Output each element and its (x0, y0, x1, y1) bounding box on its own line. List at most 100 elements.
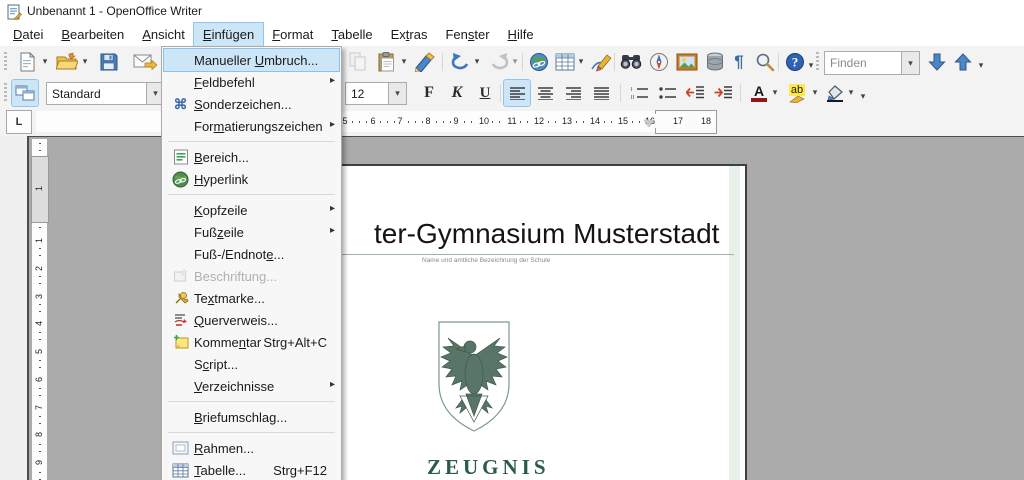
data-sources-button[interactable] (702, 49, 728, 75)
save-button[interactable] (96, 49, 122, 75)
highlight-color-button[interactable]: ab (784, 80, 810, 106)
menu-item-beschriftung[interactable]: Beschriftung... (164, 265, 339, 287)
menu-item-kopfzeile[interactable]: Kopfzeile ▸ (164, 199, 339, 221)
toolbar-overflow-button[interactable]: ▾ (806, 60, 816, 71)
ruler-number: 1 (32, 181, 47, 196)
ruler-number: 7 (32, 400, 47, 415)
menu-datei[interactable]: Datei (4, 23, 52, 46)
menu-item-formatierungszeichen[interactable]: Formatierungszeichen ▸ (164, 115, 339, 137)
menu-item-label: Rahmen... (194, 440, 254, 456)
background-color-button[interactable] (822, 80, 848, 106)
ruler-number: 17 (670, 114, 686, 128)
tab-stop-selector-button[interactable]: L (6, 110, 32, 134)
heading-caption[interactable]: Name und amtliche Bezeichnung der Schule (422, 257, 550, 264)
menu-item-hyperlink[interactable]: Hyperlink (164, 168, 339, 190)
bold-button[interactable]: F (416, 80, 442, 106)
ruler-number: 10 (476, 114, 492, 128)
menu-item-rahmen[interactable]: Rahmen... (164, 437, 339, 459)
formatting-marks-button[interactable]: ¶ (726, 49, 752, 75)
menu-item-kommentar[interactable]: Kommentar Strg+Alt+C (164, 331, 339, 353)
menu-item-briefumschlag[interactable]: Briefumschlag... (164, 406, 339, 428)
horizontal-ruler[interactable]: 5 6 7 8 9 10 11 12 13 14 15 16 17 18 (36, 110, 717, 134)
menu-item-tabelle[interactable]: Tabelle... Strg+F12 (164, 459, 339, 480)
find-input[interactable]: Finden ▾ (824, 51, 920, 75)
new-document-button[interactable] (14, 49, 40, 75)
justify-button[interactable] (588, 80, 614, 106)
menu-item-verzeichnisse[interactable]: Verzeichnisse ▸ (164, 375, 339, 397)
italic-button[interactable]: K (444, 80, 470, 106)
format-paintbrush-button[interactable] (412, 49, 438, 75)
paste-dropdown[interactable]: ▾ (399, 56, 409, 67)
help-button[interactable]: ? (782, 49, 808, 75)
undo-button[interactable] (448, 49, 474, 75)
menu-item-querverweis[interactable]: Querverweis... (164, 309, 339, 331)
paste-button[interactable] (374, 49, 400, 75)
copy-button[interactable] (345, 49, 371, 75)
ruler-number: 13 (559, 114, 575, 128)
background-color-dropdown[interactable]: ▾ (846, 87, 856, 98)
redo-button[interactable] (486, 49, 512, 75)
find-previous-button[interactable] (950, 49, 976, 75)
highlight-color-dropdown[interactable]: ▾ (810, 87, 820, 98)
menu-bearbeiten[interactable]: Bearbeiten (52, 23, 133, 46)
numbered-list-button[interactable]: I II (626, 80, 652, 106)
open-button[interactable] (54, 49, 80, 75)
coat-of-arms-eagle[interactable] (432, 316, 516, 440)
menu-tabelle[interactable]: Tabelle (322, 23, 381, 46)
find-replace-button[interactable] (618, 49, 644, 75)
findbar-grip[interactable] (816, 52, 819, 72)
find-dropdown[interactable]: ▾ (901, 52, 919, 74)
align-center-button[interactable] (532, 80, 558, 106)
align-left-button[interactable] (503, 79, 531, 107)
bullet-list-button[interactable] (654, 80, 680, 106)
redo-dropdown[interactable]: ▾ (510, 56, 520, 67)
table-dropdown[interactable]: ▾ (576, 56, 586, 67)
menu-extras[interactable]: Extras (382, 23, 437, 46)
menu-item-bereich[interactable]: Bereich... (164, 146, 339, 168)
menu-item-textmarke[interactable]: Textmarke... (164, 287, 339, 309)
find-next-button[interactable] (924, 49, 950, 75)
toolbar2-overflow-button[interactable]: ▾ (858, 91, 868, 102)
hyperlink-button[interactable] (526, 49, 552, 75)
zoom-button[interactable] (752, 49, 778, 75)
align-right-button[interactable] (560, 80, 586, 106)
toolbar-grip[interactable] (4, 52, 7, 72)
menu-fenster[interactable]: Fenster (436, 23, 498, 46)
toolbar-separator (500, 84, 501, 102)
undo-dropdown[interactable]: ▾ (472, 56, 482, 67)
menu-item-fusszeile[interactable]: Fußzeile ▸ (164, 221, 339, 243)
findbar-overflow-button[interactable]: ▾ (976, 60, 986, 71)
decrease-indent-button[interactable] (682, 80, 708, 106)
font-color-button[interactable]: A (746, 80, 772, 106)
increase-indent-button[interactable] (710, 80, 736, 106)
styles-formatting-button[interactable] (11, 79, 39, 107)
draw-functions-button[interactable] (588, 49, 614, 75)
certificate-title[interactable]: ZEUGNIS (427, 455, 550, 480)
menu-item-script[interactable]: Script... (164, 353, 339, 375)
open-dropdown[interactable]: ▾ (80, 56, 90, 67)
font-size-dropdown[interactable]: ▾ (388, 83, 406, 104)
menu-item-manueller-umbruch[interactable]: Manueller Umbruch... (163, 48, 340, 72)
underline-button[interactable]: U (472, 80, 498, 106)
font-color-dropdown[interactable]: ▾ (770, 87, 780, 98)
toolbar-grip[interactable] (4, 83, 7, 103)
school-name-heading[interactable]: ter-Gymnasium Musterstadt (374, 218, 719, 250)
menu-item-fuss-endnote[interactable]: Fuß-/Endnote... (164, 243, 339, 265)
vertical-ruler[interactable]: 1 1 2 3 4 5 6 7 8 9 10 (31, 139, 49, 480)
font-size-combo[interactable]: 12 ▾ (345, 82, 407, 105)
menu-format[interactable]: Format (263, 23, 322, 46)
new-document-dropdown[interactable]: ▾ (40, 56, 50, 67)
menu-einfuegen[interactable]: Einfügen (192, 22, 265, 47)
menu-hilfe[interactable]: Hilfe (499, 23, 543, 46)
gallery-button[interactable] (674, 49, 700, 75)
menu-item-feldbefehl[interactable]: Feldbefehl ▸ (164, 71, 339, 93)
right-indent-marker[interactable] (644, 120, 654, 127)
navigator-button[interactable] (646, 49, 672, 75)
menu-ansicht[interactable]: Ansicht (133, 23, 194, 46)
menu-item-label: Fuß-/Endnote... (194, 246, 285, 262)
paragraph-style-combo[interactable]: Standard ▾ (46, 82, 165, 105)
special-character-icon: ⌘ (173, 95, 188, 112)
menu-item-sonderzeichen[interactable]: ⌘ Sonderzeichen... (164, 93, 339, 115)
email-button[interactable] (132, 49, 158, 75)
table-button[interactable] (552, 49, 578, 75)
